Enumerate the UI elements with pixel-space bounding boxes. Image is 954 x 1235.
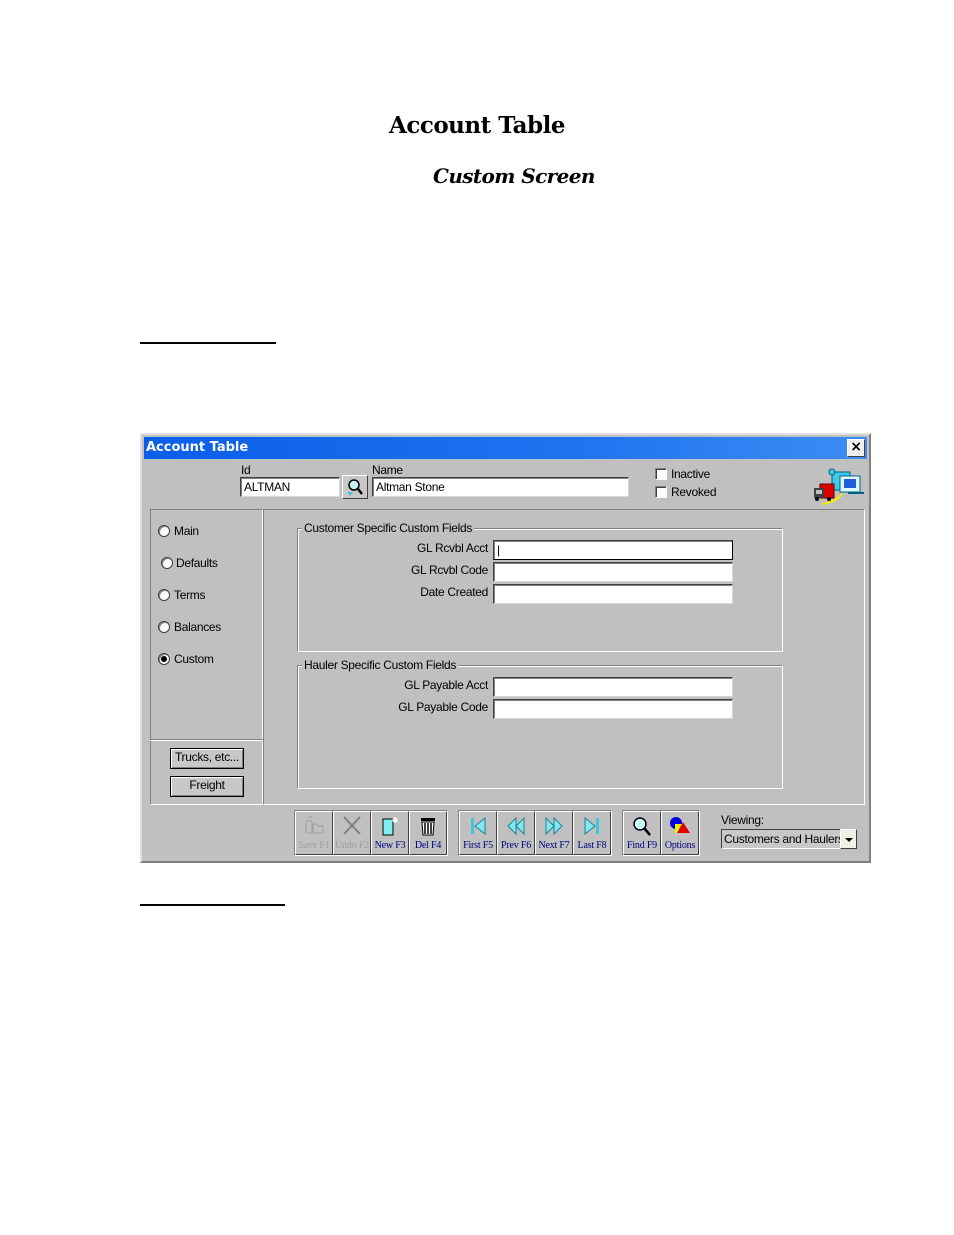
id-input[interactable]: ALTMAN	[240, 477, 340, 497]
truck-documents-icon	[814, 468, 864, 505]
group-title: Customer Specific Custom Fields	[302, 521, 475, 535]
undo-button[interactable]: Undo F2	[333, 811, 371, 855]
options-button[interactable]: Options	[661, 811, 699, 855]
account-table-window: Account Table × Id ALTMAN Name Altman St…	[140, 433, 871, 863]
gl-payable-acct-input[interactable]	[493, 677, 733, 697]
freight-button[interactable]: Freight	[170, 776, 244, 797]
button-label: First F5	[463, 840, 493, 851]
viewing-label: Viewing:	[721, 813, 764, 827]
radio-label: Terms	[174, 588, 206, 602]
magnifier-icon	[347, 479, 363, 496]
gl-payable-code-label: GL Payable Code	[398, 700, 488, 714]
inactive-label: Inactive	[671, 467, 710, 481]
radio-label: Main	[174, 524, 199, 538]
id-label: Id	[241, 463, 251, 477]
edit-toolbar: Save F1 Undo F2 New F3 Del F4	[294, 810, 448, 856]
delete-button[interactable]: Del F4	[409, 811, 447, 855]
button-label: Undo F2	[335, 840, 369, 851]
radio-button[interactable]	[158, 621, 170, 633]
button-label: New F3	[374, 840, 406, 851]
name-label: Name	[372, 463, 403, 477]
document-subtitle: Custom Screen	[433, 164, 595, 188]
revoked-label: Revoked	[671, 485, 717, 499]
find-button[interactable]: Find F9	[623, 811, 661, 855]
last-button[interactable]: Last F8	[573, 811, 611, 855]
previous-record-icon	[507, 816, 525, 836]
date-created-input[interactable]	[493, 584, 733, 604]
find-magnifier-icon	[633, 817, 651, 836]
heading-underline	[140, 342, 276, 344]
group-title: Hauler Specific Custom Fields	[302, 658, 459, 672]
close-icon: ×	[850, 439, 862, 455]
radio-button[interactable]	[158, 589, 170, 601]
date-created-label: Date Created	[420, 585, 488, 599]
gl-payable-code-input[interactable]	[493, 699, 733, 719]
document-title: Account Table	[388, 112, 566, 139]
viewing-selected-value: Customers and Haulers	[724, 832, 844, 846]
button-label: Options	[664, 840, 696, 851]
heading-underline	[140, 904, 285, 906]
next-button[interactable]: Next F7	[535, 811, 573, 855]
button-label: Del F4	[414, 840, 442, 851]
button-label: Last F8	[577, 840, 607, 851]
new-button[interactable]: New F3	[371, 811, 409, 855]
button-label: Prev F6	[501, 840, 531, 851]
radio-button[interactable]	[161, 557, 173, 569]
viewing-select[interactable]: Customers and Haulers	[721, 829, 857, 849]
name-input[interactable]: Altman Stone	[372, 477, 629, 497]
navigation-toolbar: First F5 Prev F6 Next F7 Last F8	[458, 810, 612, 856]
new-document-icon	[382, 817, 398, 836]
button-label: Next F7	[538, 840, 570, 851]
options-shapes-icon	[670, 817, 690, 833]
last-record-icon	[584, 816, 599, 836]
undo-x-icon	[343, 816, 361, 835]
button-label: Find F9	[626, 840, 657, 851]
window-title: Account Table	[146, 440, 249, 455]
title-bar[interactable]: Account Table ×	[144, 437, 867, 459]
button-label: Save F1	[298, 840, 330, 851]
inactive-checkbox[interactable]	[655, 468, 667, 480]
gl-rcvbl-acct-label: GL Rcvbl Acct	[416, 541, 488, 555]
radio-button[interactable]	[158, 525, 170, 537]
trash-icon	[421, 818, 435, 836]
radio-label: Custom	[174, 652, 214, 666]
save-folder-icon	[305, 815, 324, 834]
gl-rcvbl-code-label: GL Rcvbl Code	[410, 563, 488, 577]
first-button[interactable]: First F5	[459, 811, 497, 855]
radio-label: Defaults	[176, 556, 218, 570]
close-button[interactable]: ×	[847, 439, 865, 457]
id-lookup-button[interactable]	[342, 475, 368, 499]
gl-rcvbl-acct-input[interactable]: |	[493, 540, 733, 560]
next-record-icon	[545, 816, 563, 836]
tools-toolbar: Find F9 Options	[622, 810, 700, 856]
first-record-icon	[471, 816, 486, 836]
divider	[150, 739, 263, 741]
prev-button[interactable]: Prev F6	[497, 811, 535, 855]
revoked-checkbox[interactable]	[655, 486, 667, 498]
trucks-button[interactable]: Trucks, etc...	[170, 748, 244, 769]
gl-rcvbl-code-input[interactable]	[493, 562, 733, 582]
radio-button-selected[interactable]	[158, 653, 170, 665]
gl-payable-acct-label: GL Payable Acct	[404, 678, 488, 692]
radio-label: Balances	[174, 620, 221, 634]
save-button[interactable]: Save F1	[295, 811, 333, 855]
dropdown-arrow-icon[interactable]	[840, 829, 857, 849]
